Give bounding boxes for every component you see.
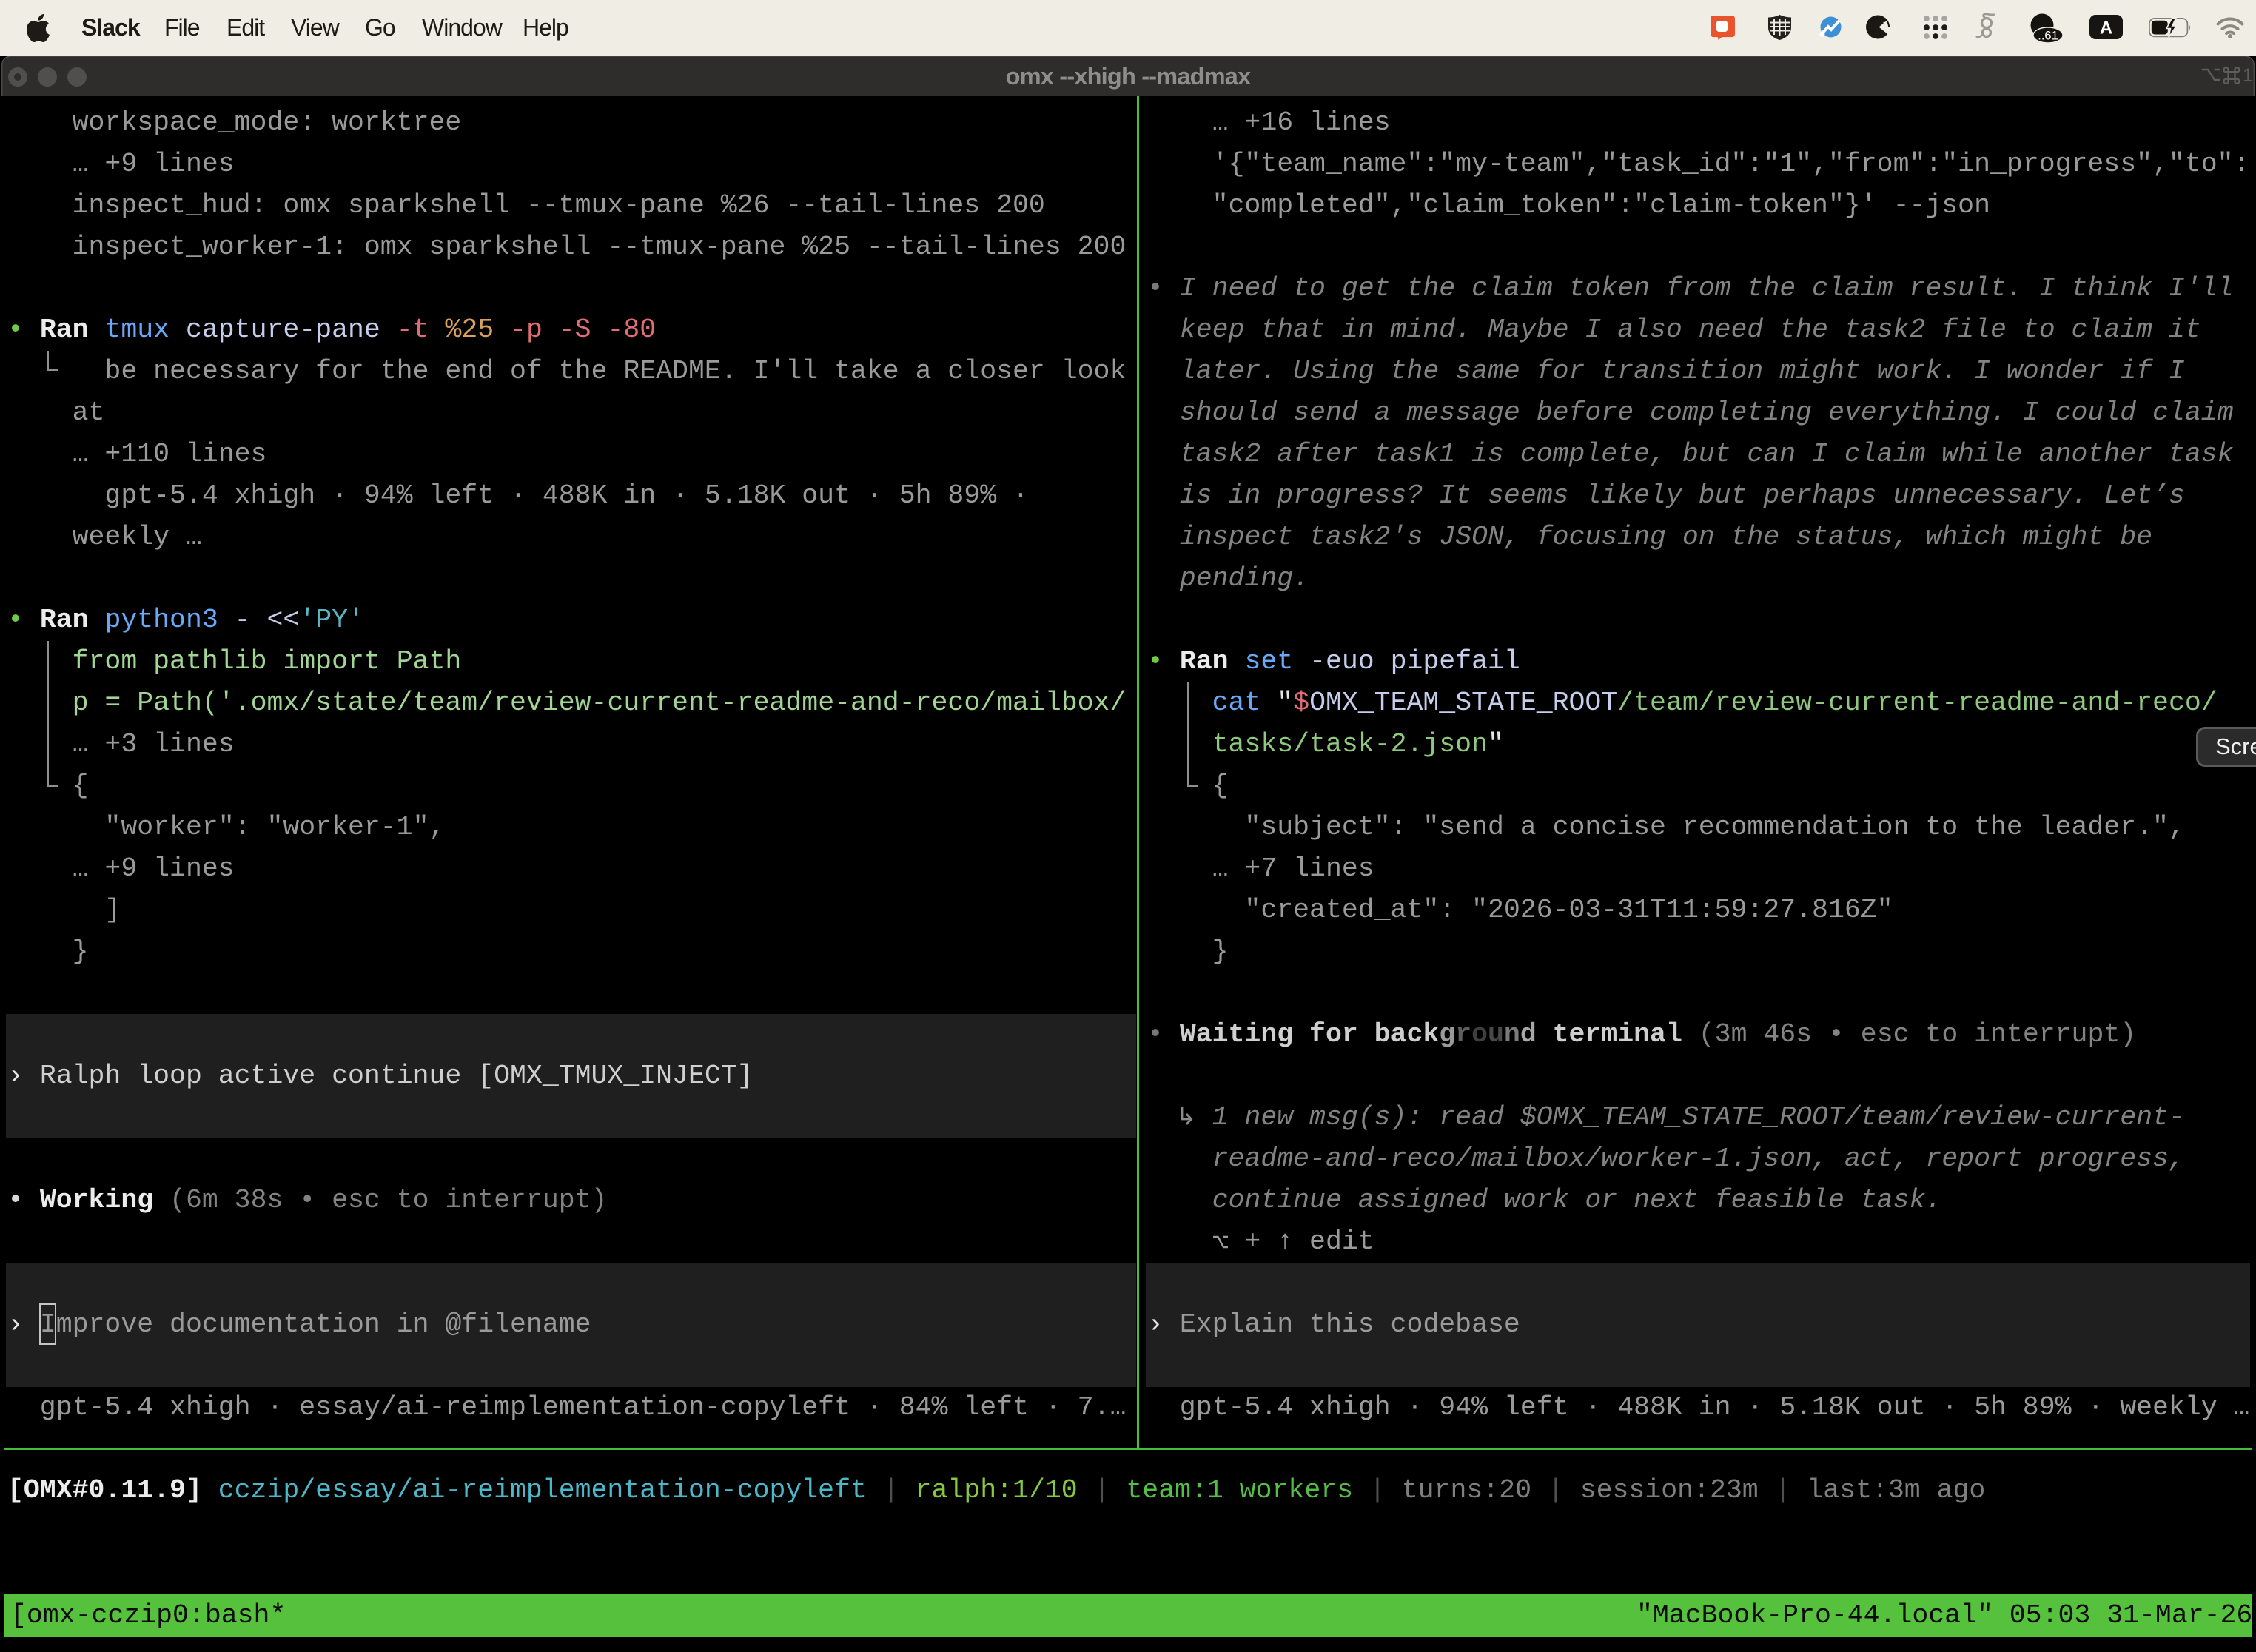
svg-text:..61: ..61 bbox=[2038, 30, 2058, 43]
svg-text:A: A bbox=[2100, 19, 2112, 38]
svg-text:1: 1 bbox=[2243, 65, 2252, 85]
